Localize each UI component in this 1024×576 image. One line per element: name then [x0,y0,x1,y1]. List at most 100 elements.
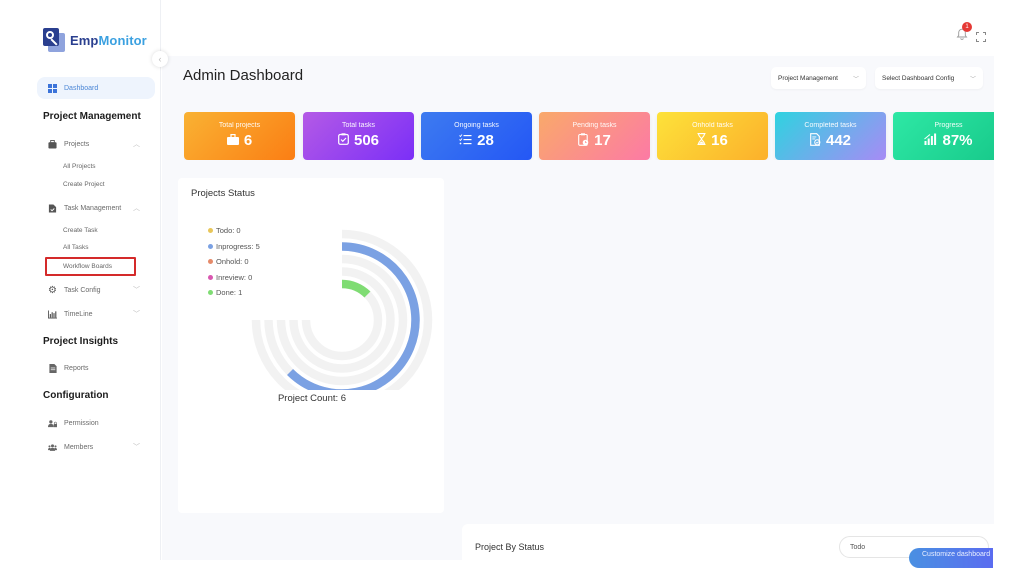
page-title: Admin Dashboard [183,67,304,84]
legend-item[interactable]: Inreview: 0 [208,270,260,286]
legend-item[interactable]: Onhold: 0 [208,254,260,270]
card-label: Total projects [218,122,261,129]
legend-marker [208,259,213,265]
legend-item[interactable]: Todo: 0 [208,223,260,239]
section-title-configuration: Configuration [43,390,109,401]
select-value: Todo [850,543,866,551]
legend-item[interactable]: Done: 1 [208,285,260,301]
app: EmpMonitor Dashboard Project Management … [0,0,1024,576]
sidebar-collapse-button[interactable]: ‹ [152,51,168,67]
legend-label: Todo: 0 [216,226,241,236]
card-label: Progress [934,122,963,129]
radial-track-onhold [276,254,408,386]
card-value: 506 [353,132,380,149]
sidebar-item-permission[interactable]: Permission [48,416,148,430]
card-value: 16 [711,132,728,149]
chevron-up-icon[interactable]: ︿ [133,203,140,213]
chevron-left-icon: ‹ [158,54,162,64]
sidebar-item-all-projects[interactable]: All Projects [63,163,96,170]
chevron-down-icon[interactable]: ﹀ [133,285,140,295]
signal-bars-icon [924,133,937,148]
highlight-box [45,257,136,276]
sidebar: EmpMonitor Dashboard Project Management … [0,0,161,560]
topbar-actions: 1 [956,22,986,42]
card-label: Completed tasks [804,122,857,129]
project-count-label: Project Count: 6 [277,393,347,404]
report-icon [48,363,57,373]
card-total-projects[interactable]: Total projects 6 [184,112,295,160]
sidebar-item-label: Projects [64,140,90,148]
checkbox-icon [338,133,349,148]
card-value: 6 [243,132,253,149]
sidebar-item-label: Permission [64,419,99,427]
brand-name: EmpMonitor [70,32,147,48]
legend-marker [208,274,213,280]
card-ongoing-tasks[interactable]: Ongoing tasks 28 [421,112,532,160]
clipboard-clock-icon [578,132,589,149]
dashboard-grid-icon [48,83,57,93]
legend-item[interactable]: Inprogress: 5 [208,239,260,255]
sidebar-item-projects[interactable]: Projects ︿ [48,137,148,151]
sidebar-item-members[interactable]: Members ﹀ [48,440,148,454]
select-value: Select Dashboard Config [882,74,955,82]
legend-label: Inreview: 0 [216,272,253,282]
card-label: Onhold tasks [692,122,733,129]
card-progress[interactable]: Progress 87% [893,112,994,160]
sidebar-item-timeline[interactable]: TimeLine ﹀ [48,307,148,321]
checklist-icon [459,133,472,148]
sidebar-item-dashboard[interactable]: Dashboard [37,77,155,99]
sidebar-item-reports[interactable]: Reports [48,361,148,375]
sidebar-item-label: Members [64,443,94,451]
card-value: 17 [594,132,611,149]
sidebar-item-label: Dashboard [64,84,99,92]
document-check-icon [810,132,821,149]
sidebar-item-create-task[interactable]: Create Task [63,227,98,234]
radial-bar-done[interactable] [341,279,371,298]
card-pending-tasks[interactable]: Pending tasks 17 [539,112,650,160]
bar-chart-icon [48,309,57,319]
projects-status-panel: Projects Status Todo: 0 Inprogress: 5 Onho… [178,178,444,513]
sidebar-item-create-project[interactable]: Create Project [63,181,105,188]
legend-marker [208,290,213,296]
main-content: Admin Dashboard Project Management ﹀ Sel… [162,56,1002,574]
sidebar-item-all-tasks[interactable]: All Tasks [63,244,89,251]
notification-button[interactable]: 1 [956,22,972,40]
legend-label: Inprogress: 5 [216,241,260,251]
card-value: 442 [825,132,852,149]
card-label: Total tasks [341,122,376,129]
sidebar-item-label: TimeLine [64,310,93,318]
user-lock-icon [48,419,57,428]
card-onhold-tasks[interactable]: Onhold tasks 16 [657,112,768,160]
card-value: 28 [477,132,494,149]
card-label: Ongoing tasks [454,122,499,129]
card-completed-tasks[interactable]: Completed tasks 442 [775,112,886,160]
card-label: Pending tasks [572,122,617,129]
project-management-select[interactable]: Project Management ﹀ [771,67,866,89]
section-title-project-insights: Project Insights [43,336,119,347]
dashboard-config-select[interactable]: Select Dashboard Config ﹀ [875,67,983,89]
sidebar-item-label: Task Config [64,286,101,294]
sidebar-item-task-config[interactable]: ⚙ Task Config ﹀ [48,283,148,297]
legend-marker [208,243,213,249]
briefcase-icon [226,133,239,148]
brand-logo[interactable]: EmpMonitor [43,28,147,52]
gear-icon: ⚙ [48,284,57,296]
fullscreen-button[interactable] [976,29,986,42]
card-value: 87% [942,132,973,149]
chevron-down-icon[interactable]: ﹀ [133,309,140,319]
customize-dashboard-button[interactable]: Customize dashboard [909,548,993,568]
sidebar-item-label: Reports [64,364,89,372]
stat-cards: Total projects 6 Total tasks 506 Ongoing… [184,112,994,160]
sidebar-item-task-management[interactable]: Task Management ︿ [48,201,148,215]
chevron-down-icon: ﹀ [852,76,859,83]
panel-title: Project By Status [475,542,545,552]
card-total-tasks[interactable]: Total tasks 506 [303,112,414,160]
users-icon [48,443,57,452]
chevron-down-icon[interactable]: ﹀ [133,442,140,452]
select-value: Project Management [778,74,838,82]
sidebar-item-label: Task Management [64,204,122,212]
chevron-up-icon[interactable]: ︿ [133,139,140,149]
legend-marker [208,228,213,234]
briefcase-icon [48,139,57,149]
document-icon [48,203,57,213]
